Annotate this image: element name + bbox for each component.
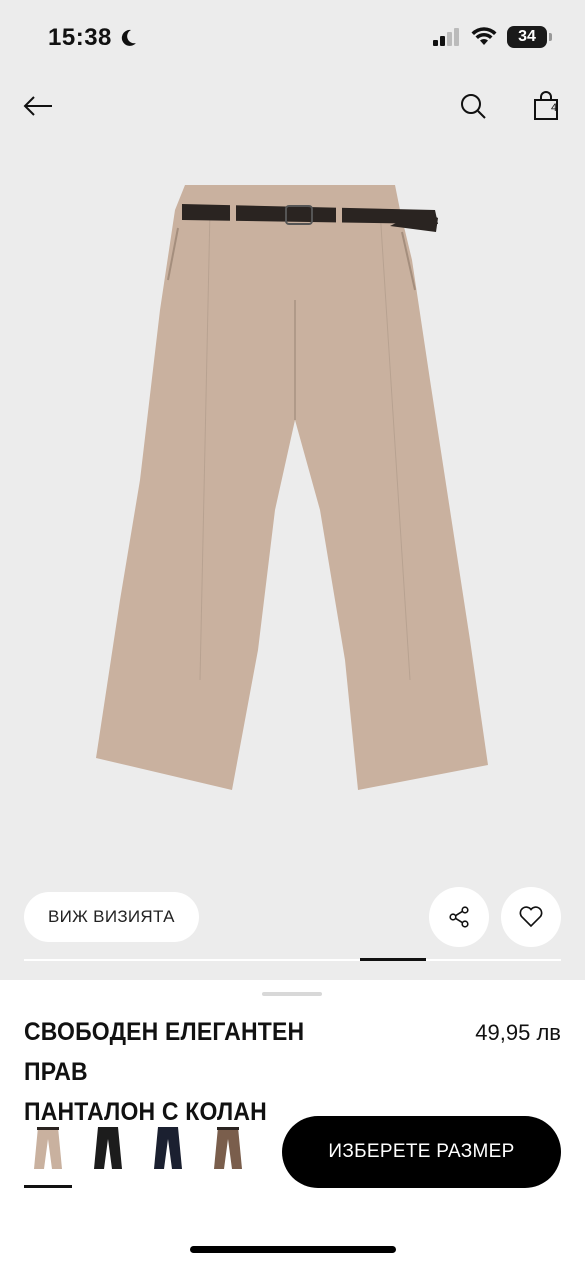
favorite-button[interactable] — [501, 887, 561, 947]
product-gallery[interactable]: 15:38 34 4 ВИЖ ВИЗИЯТА — [0, 0, 585, 980]
pants-thumbnail-icon — [154, 1127, 182, 1169]
pants-thumbnail-icon — [214, 1127, 242, 1169]
gallery-progress-active — [360, 958, 426, 961]
gallery-progress-track — [24, 959, 561, 961]
pants-thumbnail-icon — [34, 1127, 62, 1169]
status-icons: 34 — [433, 26, 552, 48]
arrow-left-icon — [23, 96, 52, 116]
bag-button[interactable]: 4 — [528, 88, 564, 124]
share-icon — [449, 906, 469, 928]
bag-count: 4 — [551, 102, 558, 114]
product-title: СВОБОДЕН ЕЛЕГАНТЕН ПРАВ ПАНТАЛОН С КОЛАН — [24, 1018, 305, 1126]
share-button[interactable] — [429, 887, 489, 947]
status-time: 15:38 — [48, 24, 138, 52]
view-visit-button[interactable]: ВИЖ ВИЗИЯТА — [24, 892, 199, 942]
back-button[interactable] — [20, 88, 56, 124]
moon-icon — [121, 29, 136, 46]
battery-indicator: 34 — [507, 26, 552, 48]
heart-icon — [519, 906, 543, 928]
signal-icon — [433, 28, 459, 46]
swatch-beige[interactable] — [24, 1120, 72, 1188]
swatch-black[interactable] — [84, 1120, 132, 1176]
product-image — [96, 185, 488, 790]
swatch-brown[interactable] — [204, 1120, 252, 1176]
pants-thumbnail-icon — [94, 1127, 122, 1169]
status-bar: 15:38 34 — [0, 0, 585, 70]
sheet-handle[interactable] — [262, 992, 322, 996]
search-icon — [461, 94, 486, 119]
search-button[interactable] — [455, 88, 491, 124]
swatch-navy[interactable] — [144, 1120, 192, 1176]
wifi-icon — [471, 27, 497, 45]
home-indicator[interactable] — [190, 1246, 396, 1253]
select-size-button[interactable]: ИЗБЕРЕТЕ РАЗМЕР — [282, 1116, 561, 1188]
product-price: 49,95 лв — [475, 1020, 561, 1045]
color-swatches — [24, 1120, 252, 1188]
